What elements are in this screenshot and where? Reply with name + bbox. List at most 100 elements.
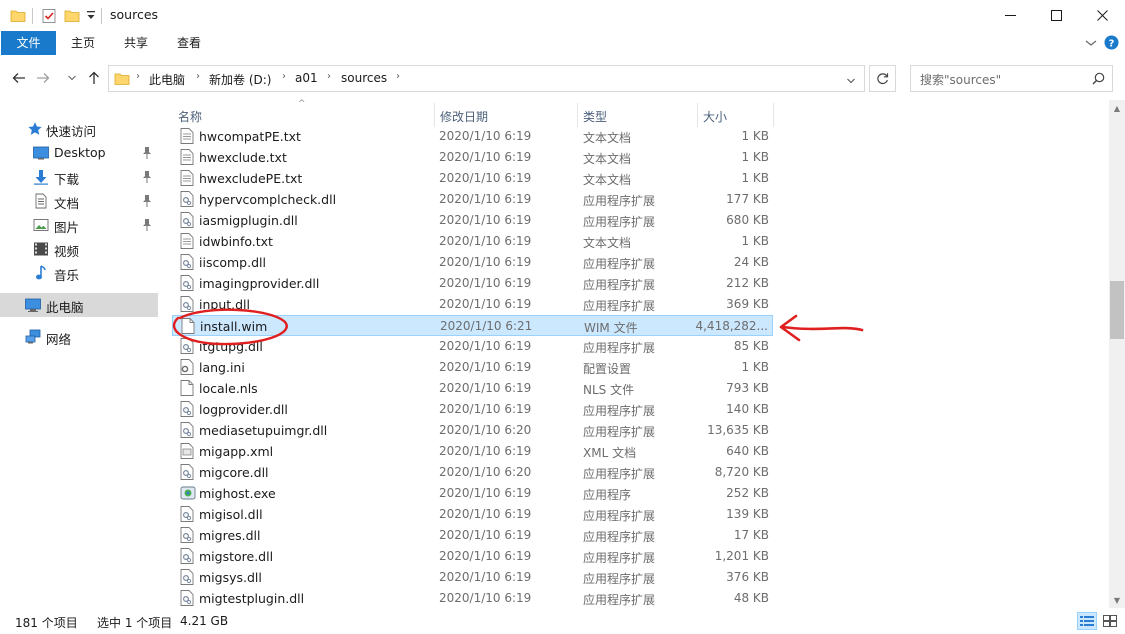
vertical-scrollbar[interactable]: ▲ ▼ [1109,100,1125,608]
breadcrumb-a01[interactable]: a01 [295,71,318,85]
file-row[interactable]: lang.ini 2020/1/10 6:19 配置设置 1 KB [172,357,773,378]
close-button[interactable] [1079,0,1125,31]
tab-view[interactable]: 查看 [166,31,212,55]
tab-share[interactable]: 共享 [113,31,159,55]
file-row[interactable]: migstore.dll 2020/1/10 6:19 应用程序扩展 1,201 KB [172,546,773,567]
column-header-type[interactable]: 类型 [577,102,697,128]
customize-dropdown-icon[interactable] [86,10,96,25]
file-name: migapp.xml [199,444,274,459]
file-row[interactable]: mighost.exe 2020/1/10 6:19 应用程序 252 KB [172,483,773,504]
pictures-icon [33,217,49,233]
help-icon[interactable]: ? [1104,35,1119,53]
file-date: 2020/1/10 6:19 [439,402,532,416]
file-row[interactable]: hwcompatPE.txt 2020/1/10 6:19 文本文档 1 KB [172,126,773,147]
tab-file[interactable]: 文件 [1,31,56,55]
nav-item-network[interactable]: 网络 [0,325,158,349]
file-type: 文本文档 [583,152,632,166]
file-type: 应用程序扩展 [583,551,656,565]
file-row[interactable]: migsys.dll 2020/1/10 6:19 应用程序扩展 376 KB [172,567,773,588]
column-header-date[interactable]: 修改日期 [434,102,577,128]
file-name: migtestplugin.dll [199,591,305,606]
file-row[interactable]: input.dll 2020/1/10 6:19 应用程序扩展 369 KB [172,294,773,315]
large-icons-view-button[interactable] [1100,612,1120,630]
file-row[interactable]: hwexclude.txt 2020/1/10 6:19 文本文档 1 KB [172,147,773,168]
file-date: 2020/1/10 6:19 [439,234,532,248]
dll-file-icon [180,275,194,291]
file-name: migsys.dll [199,570,262,585]
file-date: 2020/1/10 6:19 [439,192,532,206]
file-row[interactable]: migres.dll 2020/1/10 6:19 应用程序扩展 17 KB [172,525,773,546]
nav-item-music[interactable]: 音乐 [0,261,158,285]
breadcrumb-sources[interactable]: sources [341,71,387,85]
nav-item-downloads[interactable]: 下载 [0,165,158,189]
breadcrumb-chevron-icon[interactable]: › [327,71,331,82]
expand-ribbon-icon[interactable] [1085,37,1097,51]
file-row[interactable]: migcore.dll 2020/1/10 6:20 应用程序扩展 8,720 KB [172,462,773,483]
file-type: 应用程序扩展 [583,425,656,439]
breadcrumb-chevron-icon[interactable]: › [196,71,200,82]
nav-item-documents[interactable]: 文档 [0,189,158,213]
file-row[interactable]: migapp.xml 2020/1/10 6:19 XML 文档 640 KB [172,441,773,462]
recent-locations-button[interactable] [63,70,81,86]
breadcrumb-chevron-icon[interactable]: › [282,71,286,82]
address-history-dropdown-icon[interactable] [846,74,856,88]
file-row[interactable]: mediasetupuimgr.dll 2020/1/10 6:20 应用程序扩展 1… [172,420,773,441]
breadcrumb-chevron-icon[interactable]: › [136,71,140,82]
breadcrumb-drive[interactable]: 新加卷 (D:) [209,71,271,88]
address-bar[interactable]: › 此电脑 › 新加卷 (D:) › a01 › sources › [108,65,865,92]
file-name: hwexclude.txt [199,150,287,165]
refresh-button[interactable] [869,65,896,92]
maximize-button[interactable] [1033,0,1079,31]
scrollbar-thumb[interactable] [1110,281,1124,339]
nav-item-desktop[interactable]: Desktop [0,141,158,165]
forward-button[interactable] [34,70,52,86]
nav-item-videos[interactable]: 视频 [0,237,158,261]
search-box[interactable]: 搜索"sources" [910,65,1113,92]
file-row[interactable]: iasmigplugin.dll 2020/1/10 6:19 应用程序扩展 680 … [172,210,773,231]
details-view-button[interactable] [1077,612,1097,630]
file-row[interactable]: iiscomp.dll 2020/1/10 6:19 应用程序扩展 24 KB [172,252,773,273]
breadcrumb-this-pc[interactable]: 此电脑 [149,71,185,88]
file-row[interactable]: install.wim 2020/1/10 6:21 WIM 文件 4,418,282… [172,315,773,336]
scroll-down-icon[interactable]: ▼ [1109,592,1125,608]
search-placeholder: 搜索"sources" [920,73,1002,87]
minimize-button[interactable] [987,0,1033,31]
tab-home[interactable]: 主页 [60,31,106,55]
column-header-name[interactable]: 名称 [172,102,434,128]
nav-item-pictures[interactable]: 图片 [0,213,158,237]
file-date: 2020/1/10 6:19 [439,486,532,500]
up-button[interactable] [85,70,103,86]
file-row[interactable]: migisol.dll 2020/1/10 6:19 应用程序扩展 139 KB [172,504,773,525]
column-divider[interactable] [773,103,774,127]
file-size: 1 KB [741,129,769,143]
search-icon[interactable] [1092,72,1105,88]
dll-file-icon [180,254,194,270]
video-icon [33,241,49,257]
properties-icon[interactable] [41,8,57,27]
dll-file-icon [180,506,194,522]
file-size: 48 KB [733,591,769,605]
title-separator [101,8,102,24]
file-row[interactable]: logprovider.dll 2020/1/10 6:19 应用程序扩展 140 K… [172,399,773,420]
details-view-icon [1080,616,1094,626]
file-row[interactable]: idwbinfo.txt 2020/1/10 6:19 文本文档 1 KB [172,231,773,252]
nav-item-this-pc[interactable]: 此电脑 [0,293,158,317]
file-size: 24 KB [733,255,769,269]
file-name: install.wim [200,319,268,334]
this-pc-icon [25,297,41,313]
file-name: logprovider.dll [199,402,288,417]
file-row[interactable]: itgtupg.dll 2020/1/10 6:19 应用程序扩展 85 KB [172,336,773,357]
scroll-up-icon[interactable]: ▲ [1109,100,1125,116]
nav-item-quick-access[interactable]: 快速访问 [0,117,158,141]
file-row[interactable]: hypervcomplcheck.dll 2020/1/10 6:19 应用程序扩展… [172,189,773,210]
file-row[interactable]: locale.nls 2020/1/10 6:19 NLS 文件 793 KB [172,378,773,399]
new-folder-icon[interactable] [64,8,80,27]
file-row[interactable]: migtestplugin.dll 2020/1/10 6:19 应用程序扩展 48 … [172,588,773,609]
column-header-size[interactable]: 大小 [697,102,773,128]
back-button[interactable] [10,70,28,86]
breadcrumb-chevron-icon[interactable]: › [396,71,400,82]
file-row[interactable]: imagingprovider.dll 2020/1/10 6:19 应用程序扩展 2… [172,273,773,294]
file-size: 252 KB [726,486,769,500]
file-size: 85 KB [733,339,769,353]
file-row[interactable]: hwexcludePE.txt 2020/1/10 6:19 文本文档 1 KB [172,168,773,189]
